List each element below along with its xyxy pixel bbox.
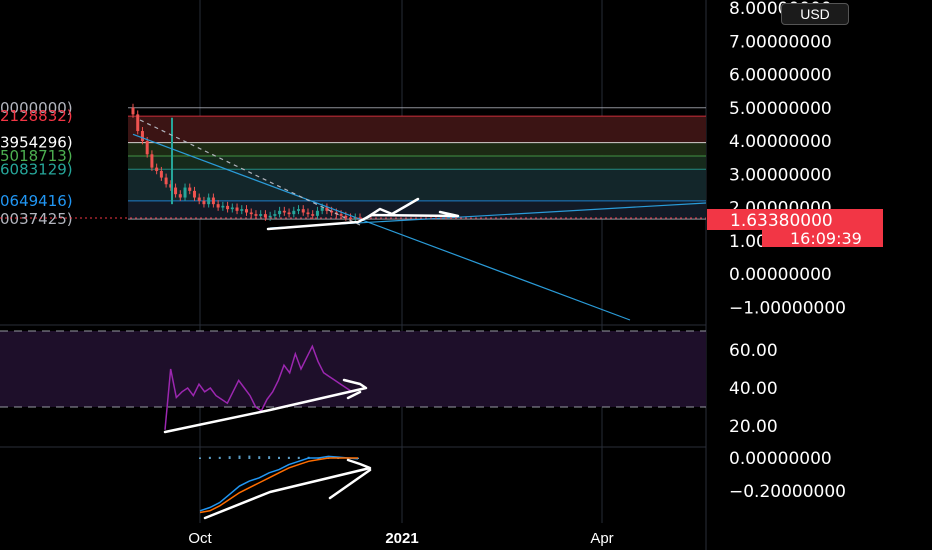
signal-line <box>199 457 358 514</box>
candle-body <box>306 212 310 215</box>
macd-histogram-bar <box>238 455 241 459</box>
candle-body <box>263 214 267 218</box>
macd-pane <box>199 455 359 514</box>
candle-body <box>278 210 282 215</box>
candle-body <box>174 187 178 195</box>
candle-body <box>211 197 215 205</box>
candle-body <box>207 197 211 205</box>
candle-body <box>235 207 239 211</box>
macd-histogram-bar <box>199 457 201 459</box>
trading-chart[interactable]: 0000000)2128832)3954296)5018713)6083129)… <box>0 0 932 550</box>
macd-histogram-bar <box>297 456 300 459</box>
candle-body <box>339 214 343 216</box>
candle-body <box>268 215 272 218</box>
fib-level-label: 6083129) <box>0 160 73 178</box>
annotation-macd-tail <box>328 468 372 500</box>
price-tick-label: 5.00000000 <box>729 99 832 119</box>
candle-body <box>183 187 187 198</box>
currency-button[interactable]: USD <box>781 3 849 25</box>
macd-histogram-bar <box>208 456 211 459</box>
price-axis[interactable]: 8.000000007.000000006.000000005.00000000… <box>729 0 846 502</box>
fib-zone <box>128 169 706 201</box>
candle-body <box>230 207 234 210</box>
fib-level-label: 2128832) <box>0 107 73 125</box>
macd-histogram-bar <box>218 456 221 459</box>
candle-body <box>159 170 163 178</box>
fib-level-label: 0649416) <box>0 192 73 210</box>
macd-histogram-bar <box>248 455 251 459</box>
candle-body <box>202 200 206 205</box>
candle-body <box>282 210 286 213</box>
candle-body <box>259 214 263 216</box>
candle-body <box>131 107 135 115</box>
candle-body <box>240 209 244 211</box>
candle-body <box>297 209 301 211</box>
time-tick-label: 2021 <box>385 530 418 547</box>
price-tick-label: −1.00000000 <box>729 298 846 318</box>
macd-tick-label: −0.20000000 <box>729 482 846 502</box>
fib-zone <box>128 116 706 143</box>
candle-body <box>221 205 225 208</box>
candle-body <box>287 212 291 215</box>
macd-histogram-bar <box>287 456 290 459</box>
time-tick-label: Oct <box>188 530 212 547</box>
candle-body <box>249 212 253 215</box>
candle-body <box>136 114 140 132</box>
candle-body <box>273 214 277 216</box>
macd-histogram-bar <box>258 456 261 459</box>
candle-body <box>150 154 154 168</box>
macd-tick-label: 0.00000000 <box>729 449 832 469</box>
candle-body <box>292 210 296 215</box>
candle-body <box>164 177 168 185</box>
price-tick-label: 0.00000000 <box>729 265 832 285</box>
rsi-pane <box>0 330 706 430</box>
macd-histogram-bar <box>268 456 271 459</box>
candle-body <box>178 194 182 198</box>
rsi-tick-label: 60.00 <box>729 341 778 361</box>
chart-grid <box>0 0 707 550</box>
macd-histogram-bar <box>278 456 280 459</box>
candle-body <box>216 204 220 208</box>
candle-body <box>245 209 248 213</box>
macd-histogram-bar <box>228 456 231 459</box>
rsi-tick-label: 20.00 <box>729 417 778 437</box>
fib-level-label: 0037425) <box>0 210 73 228</box>
current-price-label: 1.63380000 <box>730 211 833 231</box>
candle-body <box>315 210 319 216</box>
candle-body <box>145 141 149 155</box>
rsi-tick-label: 40.00 <box>729 379 778 399</box>
candle-body <box>188 187 192 191</box>
price-tick-label: 4.00000000 <box>729 132 832 152</box>
time-tick-label: Apr <box>590 530 613 547</box>
countdown-label: 16:09:39 <box>790 229 862 248</box>
candle-body <box>197 197 201 201</box>
fib-zone <box>128 155 706 170</box>
candle-body <box>226 205 230 210</box>
candle-body <box>192 190 196 198</box>
candle-body <box>155 167 159 171</box>
candle-body <box>301 209 305 213</box>
fib-zone <box>128 142 706 156</box>
time-axis[interactable]: Oct 2021 Apr <box>188 530 613 547</box>
candle-body <box>311 214 315 216</box>
price-tick-label: 7.00000000 <box>729 32 832 52</box>
candle-body <box>254 214 258 216</box>
price-tick-label: 3.00000000 <box>729 165 832 185</box>
price-tick-label: 6.00000000 <box>729 66 832 86</box>
candle-body <box>140 131 144 141</box>
